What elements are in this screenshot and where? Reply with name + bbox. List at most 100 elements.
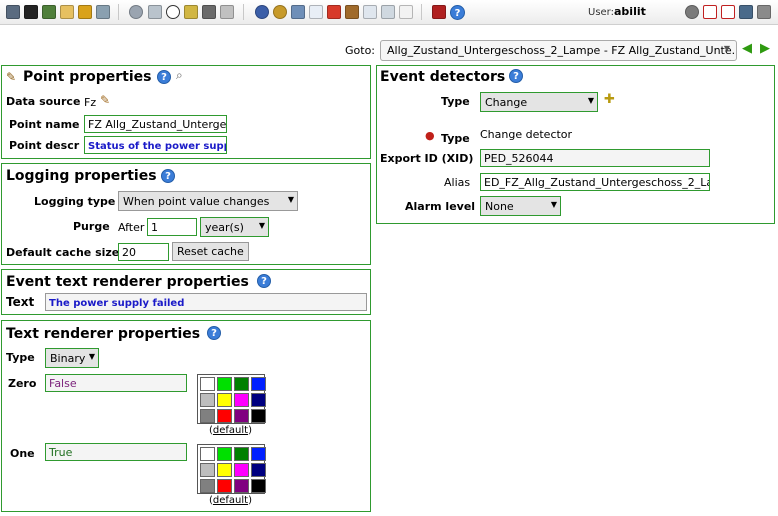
color-swatch[interactable]: [251, 463, 266, 477]
zero-color-palette[interactable]: [197, 374, 266, 424]
settings-eye-icon[interactable]: [685, 5, 699, 19]
event-text-renderer-help-icon[interactable]: ?: [257, 274, 271, 288]
import-icon[interactable]: [291, 5, 305, 19]
color-swatch[interactable]: [217, 447, 232, 461]
cache-size-field[interactable]: 20: [118, 243, 169, 261]
home-alarm-icon[interactable]: [721, 5, 735, 19]
color-swatch[interactable]: [200, 393, 215, 407]
one-default-link[interactable]: (default): [209, 495, 252, 506]
one-color-palette[interactable]: [197, 444, 266, 494]
zero-text-field[interactable]: False: [45, 374, 187, 392]
home-icon[interactable]: [703, 5, 717, 19]
logging-properties-help-icon[interactable]: ?: [161, 169, 175, 183]
chevron-down-icon: ▼: [723, 44, 730, 53]
event-text-field[interactable]: The power supply failed: [45, 293, 367, 311]
color-swatch[interactable]: [217, 393, 232, 407]
edit-icon[interactable]: [60, 5, 74, 19]
xid-field[interactable]: PED_526044: [480, 149, 710, 167]
text-renderer-help-icon[interactable]: ?: [207, 326, 221, 340]
alarm-level-select[interactable]: None ▼: [480, 196, 561, 216]
point-descr-field[interactable]: Status of the power supply: [84, 136, 227, 154]
point-properties-title: Point properties: [23, 69, 152, 85]
alarm-level-label: Alarm level: [405, 200, 476, 213]
monitor-alarm-icon[interactable]: [739, 5, 753, 19]
sound-icon[interactable]: [757, 5, 771, 19]
compass-icon[interactable]: [220, 5, 234, 19]
monitor-icon[interactable]: [6, 5, 20, 19]
users-icon[interactable]: [273, 5, 287, 19]
color-swatch[interactable]: [251, 393, 266, 407]
layers-icon[interactable]: [96, 5, 110, 19]
color-swatch[interactable]: [200, 409, 215, 423]
previous-point-icon[interactable]: ◀: [742, 41, 752, 56]
user-name: abilit: [614, 5, 646, 18]
scripts-icon[interactable]: [381, 5, 395, 19]
color-swatch[interactable]: [234, 463, 249, 477]
color-swatch[interactable]: [217, 377, 232, 391]
event-detectors-panel: Event detectors ? Type Change ▼ ✚ ● Type…: [376, 65, 775, 224]
text-renderer-title: Text renderer properties: [6, 326, 201, 342]
color-swatch[interactable]: [217, 409, 232, 423]
color-swatch[interactable]: [200, 377, 215, 391]
clock-icon[interactable]: [166, 5, 180, 19]
color-swatch[interactable]: [200, 447, 215, 461]
renderer-type-select[interactable]: Binary ▼: [45, 348, 99, 368]
detector-type-label: Type: [441, 132, 470, 145]
event-text-renderer-panel: Event text renderer properties ? Text Th…: [1, 269, 371, 315]
antenna-icon[interactable]: [327, 5, 341, 19]
logging-type-select[interactable]: When point value changes ▼: [118, 191, 298, 211]
goto-select[interactable]: Allg_Zustand_Untergeschoss_2_Lampe - FZ …: [380, 40, 737, 61]
close-paren: ): [248, 425, 252, 436]
report-icon[interactable]: [363, 5, 377, 19]
next-point-icon[interactable]: ▶: [760, 41, 770, 56]
point-name-field[interactable]: FZ Allg_Zustand_Untergesc: [84, 115, 227, 133]
add-detector-icon[interactable]: ✚: [604, 92, 615, 107]
color-swatch[interactable]: [217, 479, 232, 493]
close-paren: ): [248, 495, 252, 506]
color-swatch[interactable]: [251, 479, 266, 493]
color-swatch[interactable]: [251, 377, 266, 391]
user-label: User:: [588, 7, 614, 18]
purge-period-field[interactable]: 1: [147, 218, 197, 236]
alias-field[interactable]: ED_FZ_Allg_Zustand_Untergeschoss_2_Lamp: [480, 173, 710, 191]
color-swatch[interactable]: [200, 463, 215, 477]
zero-default-text[interactable]: default: [213, 425, 248, 436]
goto-selected-value: Allg_Zustand_Untergeschoss_2_Lampe - FZ …: [387, 44, 737, 57]
color-swatch[interactable]: [234, 409, 249, 423]
one-text-field[interactable]: True: [45, 443, 187, 461]
purge-unit-select[interactable]: year(s) ▼: [200, 217, 269, 237]
color-swatch[interactable]: [251, 447, 266, 461]
data-source-edit-icon[interactable]: ✎: [100, 93, 110, 107]
database-icon[interactable]: [148, 5, 162, 19]
detector-type-select[interactable]: Change ▼: [480, 92, 598, 112]
desktop-icon[interactable]: [24, 5, 38, 19]
user-icon[interactable]: [255, 5, 269, 19]
help-icon[interactable]: ?: [450, 5, 465, 20]
star-icon[interactable]: [184, 5, 198, 19]
reset-cache-button[interactable]: Reset cache: [172, 242, 249, 261]
exit-icon[interactable]: [432, 5, 446, 19]
image-icon[interactable]: [42, 5, 56, 19]
logging-properties-panel: Logging properties ? Logging type When p…: [1, 163, 371, 265]
one-default-text[interactable]: default: [213, 495, 248, 506]
point-properties-help-icon[interactable]: ?: [157, 70, 171, 84]
event-detectors-help-icon[interactable]: ?: [509, 69, 523, 83]
color-swatch[interactable]: [234, 479, 249, 493]
chevron-down-icon: ▼: [287, 195, 294, 204]
notes-icon[interactable]: [399, 5, 413, 19]
color-swatch[interactable]: [234, 393, 249, 407]
zero-default-link[interactable]: (default): [209, 425, 252, 436]
color-swatch[interactable]: [200, 479, 215, 493]
color-swatch[interactable]: [251, 409, 266, 423]
pencil-icon[interactable]: [78, 5, 92, 19]
upload-icon[interactable]: [202, 5, 216, 19]
hammer-icon[interactable]: [345, 5, 359, 19]
magnifier-icon[interactable]: ⌕: [176, 68, 183, 83]
gear-icon[interactable]: [129, 5, 143, 19]
color-swatch[interactable]: [217, 463, 232, 477]
color-swatch[interactable]: [234, 447, 249, 461]
purge-period-value: 1: [151, 221, 158, 234]
color-swatch[interactable]: [234, 377, 249, 391]
page-icon[interactable]: [309, 5, 323, 19]
detector-type-select-label: Type: [441, 95, 470, 108]
